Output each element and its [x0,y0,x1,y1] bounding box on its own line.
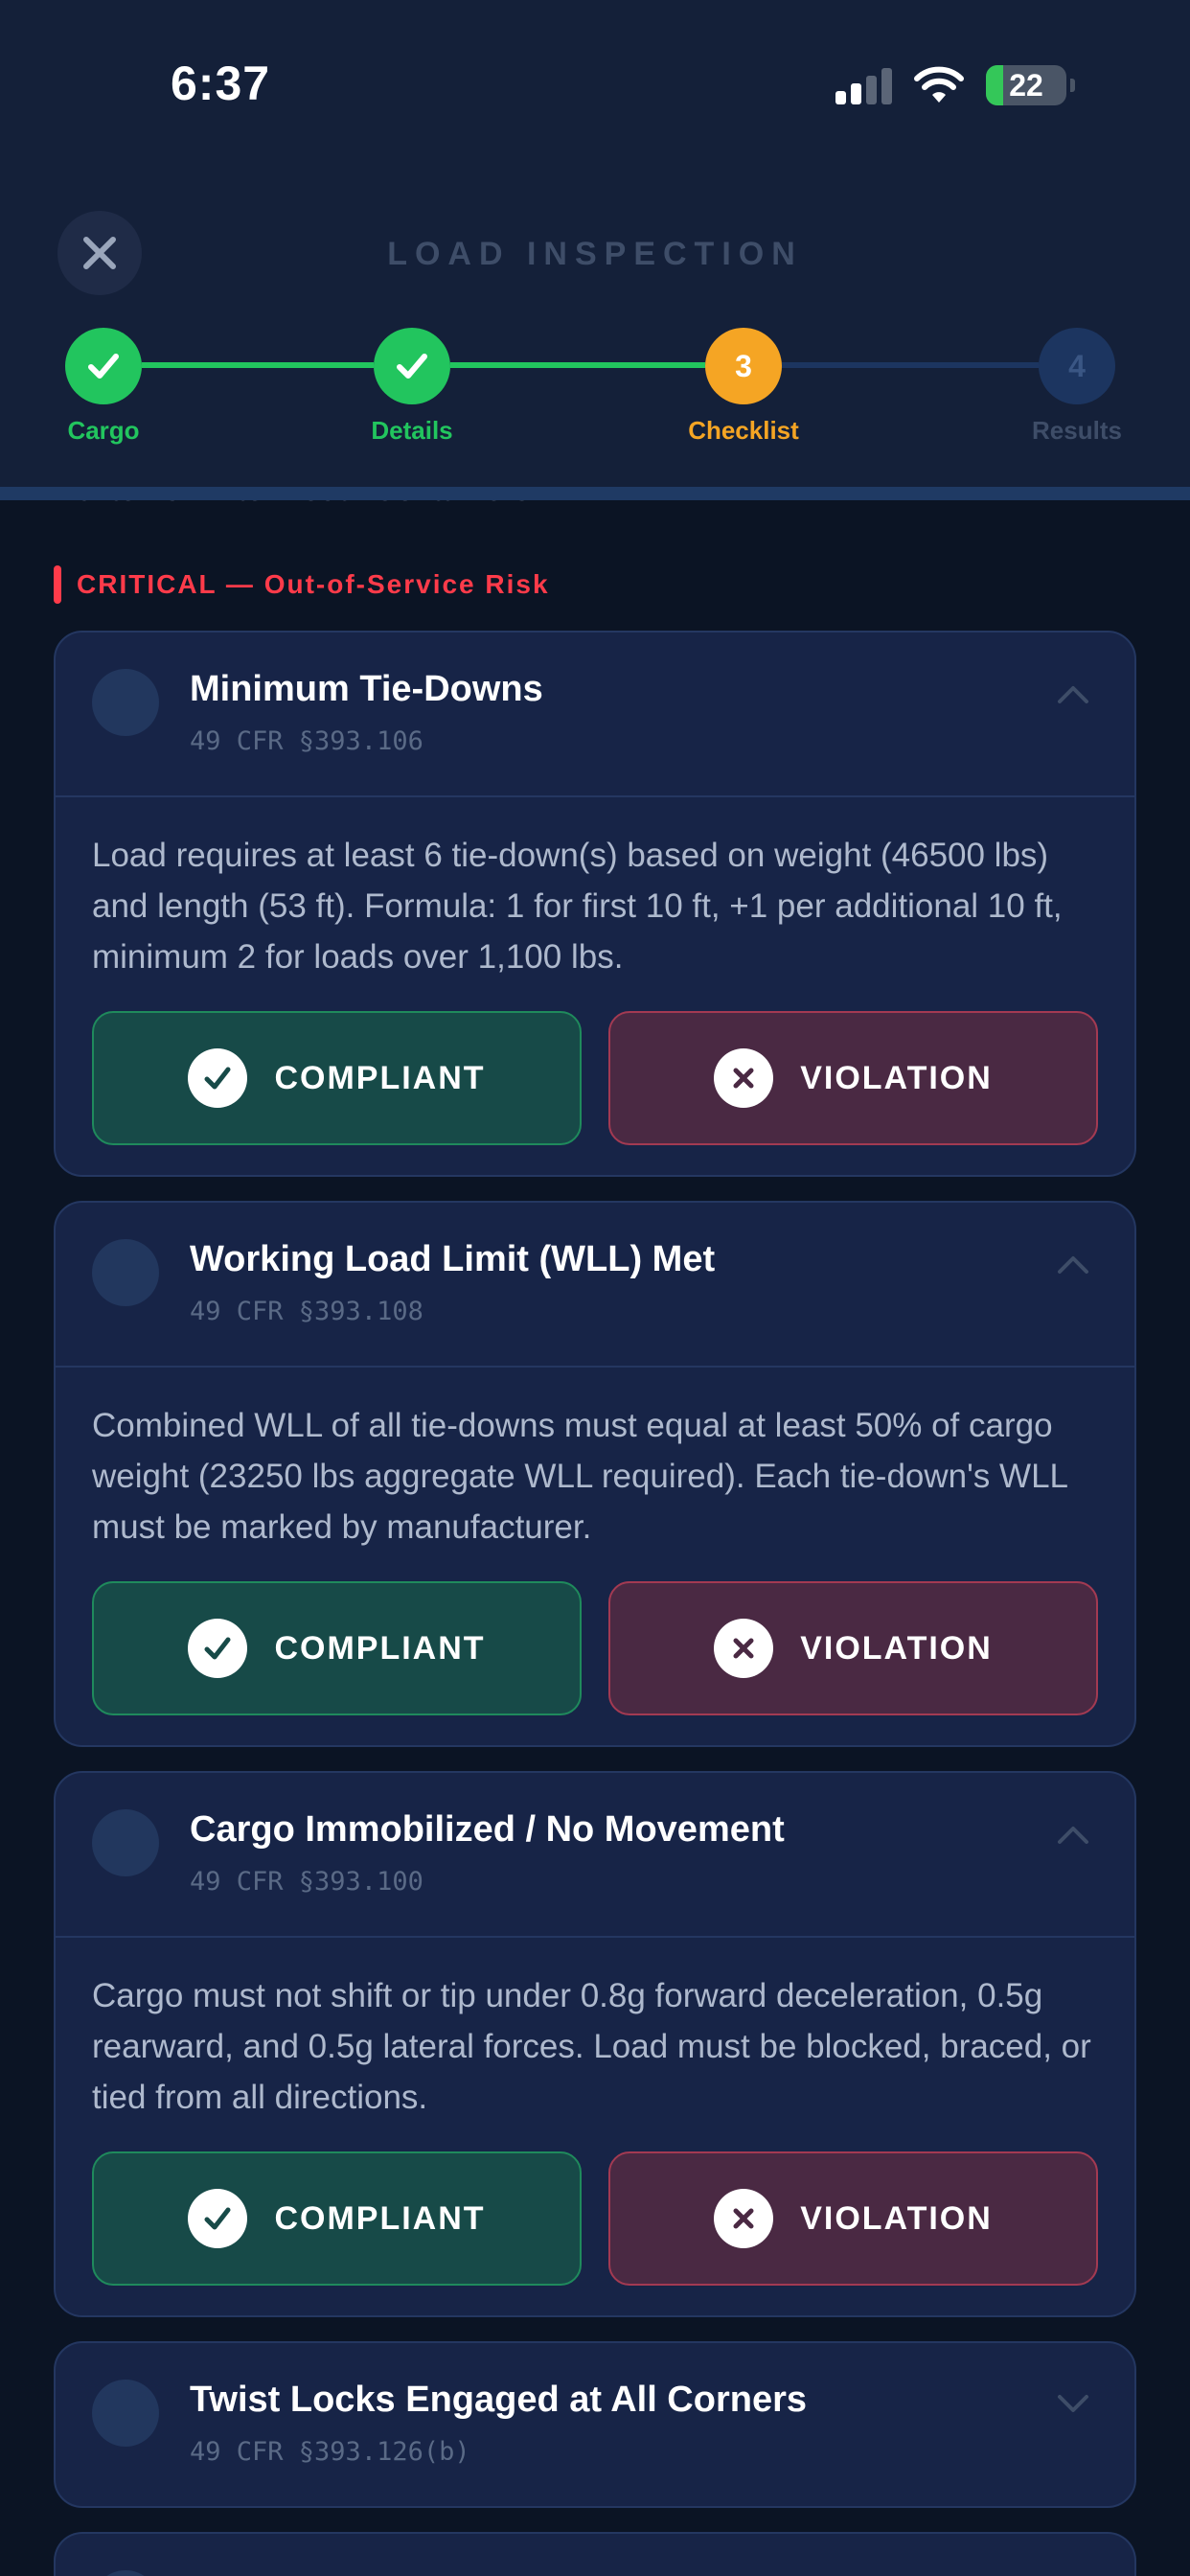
violation-button[interactable]: VIOLATION [608,1011,1098,1145]
battery-level: 22 [1009,67,1043,103]
status-indicator[interactable] [92,669,159,736]
card-header[interactable]: Minimum Tie-Downs 49 CFR §393.106 [56,632,1134,795]
step-label-checklist: Checklist [688,416,799,445]
step-results[interactable]: 4 [1039,328,1115,404]
x-circle-icon [714,2189,774,2248]
stepper-line-3 [782,362,1039,368]
checklist-card: Minimum Tie-Downs 49 CFR §393.106 Load r… [54,631,1136,1177]
step-label-cargo: Cargo [67,416,140,445]
step-label-results: Results [1032,416,1122,445]
card-description: Load requires at least 6 tie-down(s) bas… [92,837,1063,976]
check-circle-icon [188,1048,248,1108]
section-accent-bar [54,565,61,604]
check-icon [397,354,427,379]
stepper-line-2 [450,362,705,368]
checklist-card: Cargo Immobilized / No Movement 49 CFR §… [54,1771,1136,2317]
check-circle-icon [188,1619,248,1678]
card-header[interactable]: Working Load Limit (WLL) Met 49 CFR §393… [56,1203,1134,1366]
card-actions: COMPLIANT VIOLATION [56,982,1134,1175]
status-indicator[interactable] [92,2380,159,2447]
section-critical: CRITICAL — Out-of-Service Risk [54,565,550,604]
status-indicator[interactable] [92,1809,159,1876]
violation-label: VIOLATION [800,2199,993,2237]
compliant-button[interactable]: COMPLIANT [92,2151,582,2286]
status-indicator[interactable] [92,1239,159,1306]
regulation-ref: 49 CFR §393.100 [190,1867,423,1897]
violation-button[interactable]: VIOLATION [608,1581,1098,1715]
step-number: 3 [735,348,752,383]
card-actions: COMPLIANT VIOLATION [56,1552,1134,1745]
header-divider [0,487,1190,500]
regulation-ref: 49 CFR §393.108 [190,1297,423,1326]
card-title: Minimum Tie-Downs [190,669,543,709]
x-circle-icon [714,1048,774,1108]
card-description: Combined WLL of all tie-downs must equal… [92,1407,1067,1546]
stepper-line-1 [142,362,374,368]
chevron-up-icon[interactable] [1054,1823,1092,1846]
page-title: LOAD INSPECTION [387,236,803,272]
card-header[interactable]: Twist Locks Engaged at All Corners 49 CF… [56,2343,1134,2506]
step-cargo[interactable] [65,328,142,404]
card-title: Twist Locks Engaged at All Corners [190,2380,808,2420]
compliant-label: COMPLIANT [274,1059,486,1096]
step-checklist[interactable]: 3 [705,328,782,404]
checklist-card: Twist Locks Engaged at All Corners 49 CF… [54,2341,1136,2508]
card-description: Cargo must not shift or tip under 0.8g f… [92,1977,1091,2116]
status-indicator[interactable] [92,2570,159,2576]
check-circle-icon [188,2189,248,2248]
cellular-signal-icon [835,66,892,104]
step-number: 4 [1068,348,1086,383]
wifi-icon [914,66,964,103]
compliant-label: COMPLIANT [274,2199,486,2237]
card-header[interactable]: Cargo Immobilized / No Movement 49 CFR §… [56,1773,1134,1936]
x-circle-icon [714,1619,774,1678]
checklist-card: Working Load Limit (WLL) Met 49 CFR §393… [54,1201,1136,1747]
compliant-label: COMPLIANT [274,1629,486,1667]
violation-label: VIOLATION [800,1629,993,1667]
chevron-up-icon[interactable] [1054,682,1092,705]
header: 6:37 22 LOAD INSPECTION Cargo Details 3 … [0,0,1190,489]
violation-button[interactable]: VIOLATION [608,2151,1098,2286]
compliant-button[interactable]: COMPLIANT [92,1011,582,1145]
battery-tip [1070,79,1075,92]
chevron-up-icon[interactable] [1054,1253,1092,1276]
check-icon [88,354,119,379]
checklist-card [54,2532,1136,2576]
section-title: CRITICAL — Out-of-Service Risk [77,569,550,599]
step-details[interactable] [374,328,450,404]
chevron-down-icon[interactable] [1054,2393,1092,2416]
status-time: 6:37 [171,57,271,110]
regulation-ref: 49 CFR §393.126(b) [190,2437,470,2467]
regulation-ref: 49 CFR §393.106 [190,726,423,756]
step-label-details: Details [371,416,453,445]
card-actions: COMPLIANT VIOLATION [56,2123,1134,2315]
card-title: Cargo Immobilized / No Movement [190,1809,785,1850]
card-title: Working Load Limit (WLL) Met [190,1239,716,1279]
status-icons: 22 [835,65,1075,105]
compliant-button[interactable]: COMPLIANT [92,1581,582,1715]
violation-label: VIOLATION [800,1059,993,1096]
battery-icon: 22 [986,65,1066,105]
